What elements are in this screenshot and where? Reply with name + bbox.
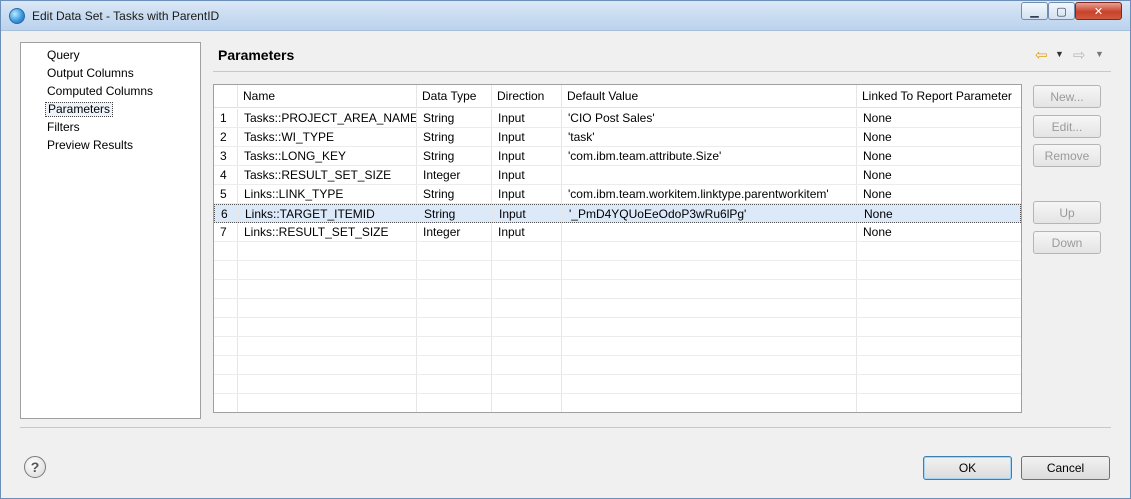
remove-button[interactable]: Remove (1033, 144, 1101, 167)
table-row[interactable]: 3 Tasks::LONG_KEY String Input 'com.ibm.… (214, 147, 1021, 166)
param-default-value: '_PmD4YQUoEeOdoP3wRu6lPg' (563, 205, 858, 222)
close-button[interactable]: ✕ (1075, 2, 1122, 20)
param-linked: None (863, 111, 892, 125)
param-linked: None (863, 130, 892, 144)
param-linked: None (863, 187, 892, 201)
param-name: Links::LINK_TYPE (238, 185, 417, 203)
param-default-value: 'com.ibm.team.workitem.linktype.parentwo… (562, 185, 857, 203)
table-row[interactable]: 4 Tasks::RESULT_SET_SIZE Integer Input N… (214, 166, 1021, 185)
param-name: Tasks::LONG_KEY (238, 147, 417, 165)
row-index: 4 (214, 166, 238, 184)
empty-row (214, 337, 1021, 356)
param-data-type: String (417, 128, 492, 146)
maximize-button[interactable]: ▢ (1048, 2, 1075, 20)
table-row[interactable]: 7 Links::RESULT_SET_SIZE Integer Input N… (214, 223, 1021, 242)
globe-icon (9, 8, 25, 24)
forward-arrow-icon[interactable]: ⇨ (1073, 46, 1086, 64)
param-direction: Input (492, 128, 562, 146)
sidebar-item-preview-results[interactable]: Preview Results (45, 138, 135, 153)
param-linked: None (863, 225, 892, 239)
column-header-data-type[interactable]: Data Type (417, 85, 492, 107)
param-data-type: String (417, 185, 492, 203)
param-name: Links::RESULT_SET_SIZE (238, 223, 417, 241)
empty-row (214, 394, 1021, 412)
param-default-value: 'com.ibm.team.attribute.Size' (562, 147, 857, 165)
empty-row (214, 261, 1021, 280)
param-direction: Input (493, 205, 563, 222)
table-row-selected[interactable]: 6 Links::TARGET_ITEMID String Input '_Pm… (214, 204, 1021, 223)
column-header-direction[interactable]: Direction (492, 85, 562, 107)
sidebar-nav: Query Output Columns Computed Columns Pa… (20, 42, 201, 419)
param-default-value (562, 223, 857, 241)
ok-button[interactable]: OK (923, 456, 1012, 480)
table-row[interactable]: 1 Tasks::PROJECT_AREA_NAME String Input … (214, 109, 1021, 128)
footer-divider (20, 427, 1111, 428)
param-name: Tasks::RESULT_SET_SIZE (238, 166, 417, 184)
row-index: 3 (214, 147, 238, 165)
param-direction: Input (492, 109, 562, 127)
param-data-type: String (418, 205, 493, 222)
title-bar: Edit Data Set - Tasks with ParentID ▁ ▢ … (1, 1, 1130, 31)
column-header-index[interactable] (214, 85, 238, 107)
help-icon[interactable]: ? (24, 456, 46, 478)
empty-row (214, 318, 1021, 337)
empty-row (214, 299, 1021, 318)
row-index: 6 (215, 205, 239, 222)
header-divider (213, 71, 1111, 72)
empty-row (214, 375, 1021, 394)
sidebar-item-parameters[interactable]: Parameters (45, 102, 114, 117)
param-linked: None (863, 149, 892, 163)
table-header: Name Data Type Direction Default Value L… (214, 85, 1021, 108)
row-index: 2 (214, 128, 238, 146)
param-data-type: Integer (417, 166, 492, 184)
table-row[interactable]: 2 Tasks::WI_TYPE String Input 'task' Non… (214, 128, 1021, 147)
down-button[interactable]: Down (1033, 231, 1101, 254)
sidebar-item-query[interactable]: Query (45, 48, 82, 63)
param-direction: Input (492, 185, 562, 203)
param-direction: Input (492, 166, 562, 184)
empty-row (214, 356, 1021, 375)
sidebar-item-filters[interactable]: Filters (45, 120, 82, 135)
table-row[interactable]: 5 Links::LINK_TYPE String Input 'com.ibm… (214, 185, 1021, 204)
param-name: Links::TARGET_ITEMID (239, 205, 418, 222)
minimize-button[interactable]: ▁ (1021, 2, 1048, 20)
param-default-value: 'task' (562, 128, 857, 146)
column-header-name[interactable]: Name (238, 85, 417, 107)
cancel-button[interactable]: Cancel (1021, 456, 1110, 480)
sidebar-item-computed-columns[interactable]: Computed Columns (45, 84, 155, 99)
window-title: Edit Data Set - Tasks with ParentID (32, 9, 220, 23)
param-direction: Input (492, 223, 562, 241)
param-data-type: Integer (417, 223, 492, 241)
row-index: 7 (214, 223, 238, 241)
row-index: 5 (214, 185, 238, 203)
param-default-value: 'CIO Post Sales' (562, 109, 857, 127)
param-default-value (562, 166, 857, 184)
forward-dropdown-icon[interactable]: ▼ (1095, 49, 1104, 59)
sidebar-item-output-columns[interactable]: Output Columns (45, 66, 136, 81)
param-linked: None (864, 206, 893, 221)
back-arrow-icon[interactable]: ⇦ (1035, 46, 1048, 64)
param-direction: Input (492, 147, 562, 165)
new-button[interactable]: New... (1033, 85, 1101, 108)
edit-button[interactable]: Edit... (1033, 115, 1101, 138)
column-header-default-value[interactable]: Default Value (562, 85, 857, 107)
history-navigation: ⇦ ▼ ⇨ ▼ (1033, 46, 1109, 64)
row-index: 1 (214, 109, 238, 127)
param-name: Tasks::PROJECT_AREA_NAME (238, 109, 417, 127)
column-header-linked-parameter[interactable]: Linked To Report Parameter (857, 85, 1021, 107)
param-data-type: String (417, 109, 492, 127)
empty-row (214, 280, 1021, 299)
param-name: Tasks::WI_TYPE (238, 128, 417, 146)
parameters-table[interactable]: Name Data Type Direction Default Value L… (213, 84, 1022, 413)
param-linked: None (863, 168, 892, 182)
page-title: Parameters (218, 47, 295, 63)
up-button[interactable]: Up (1033, 201, 1101, 224)
param-data-type: String (417, 147, 492, 165)
empty-row (214, 242, 1021, 261)
edit-data-set-dialog: Edit Data Set - Tasks with ParentID ▁ ▢ … (0, 0, 1131, 499)
back-dropdown-icon[interactable]: ▼ (1055, 49, 1064, 59)
